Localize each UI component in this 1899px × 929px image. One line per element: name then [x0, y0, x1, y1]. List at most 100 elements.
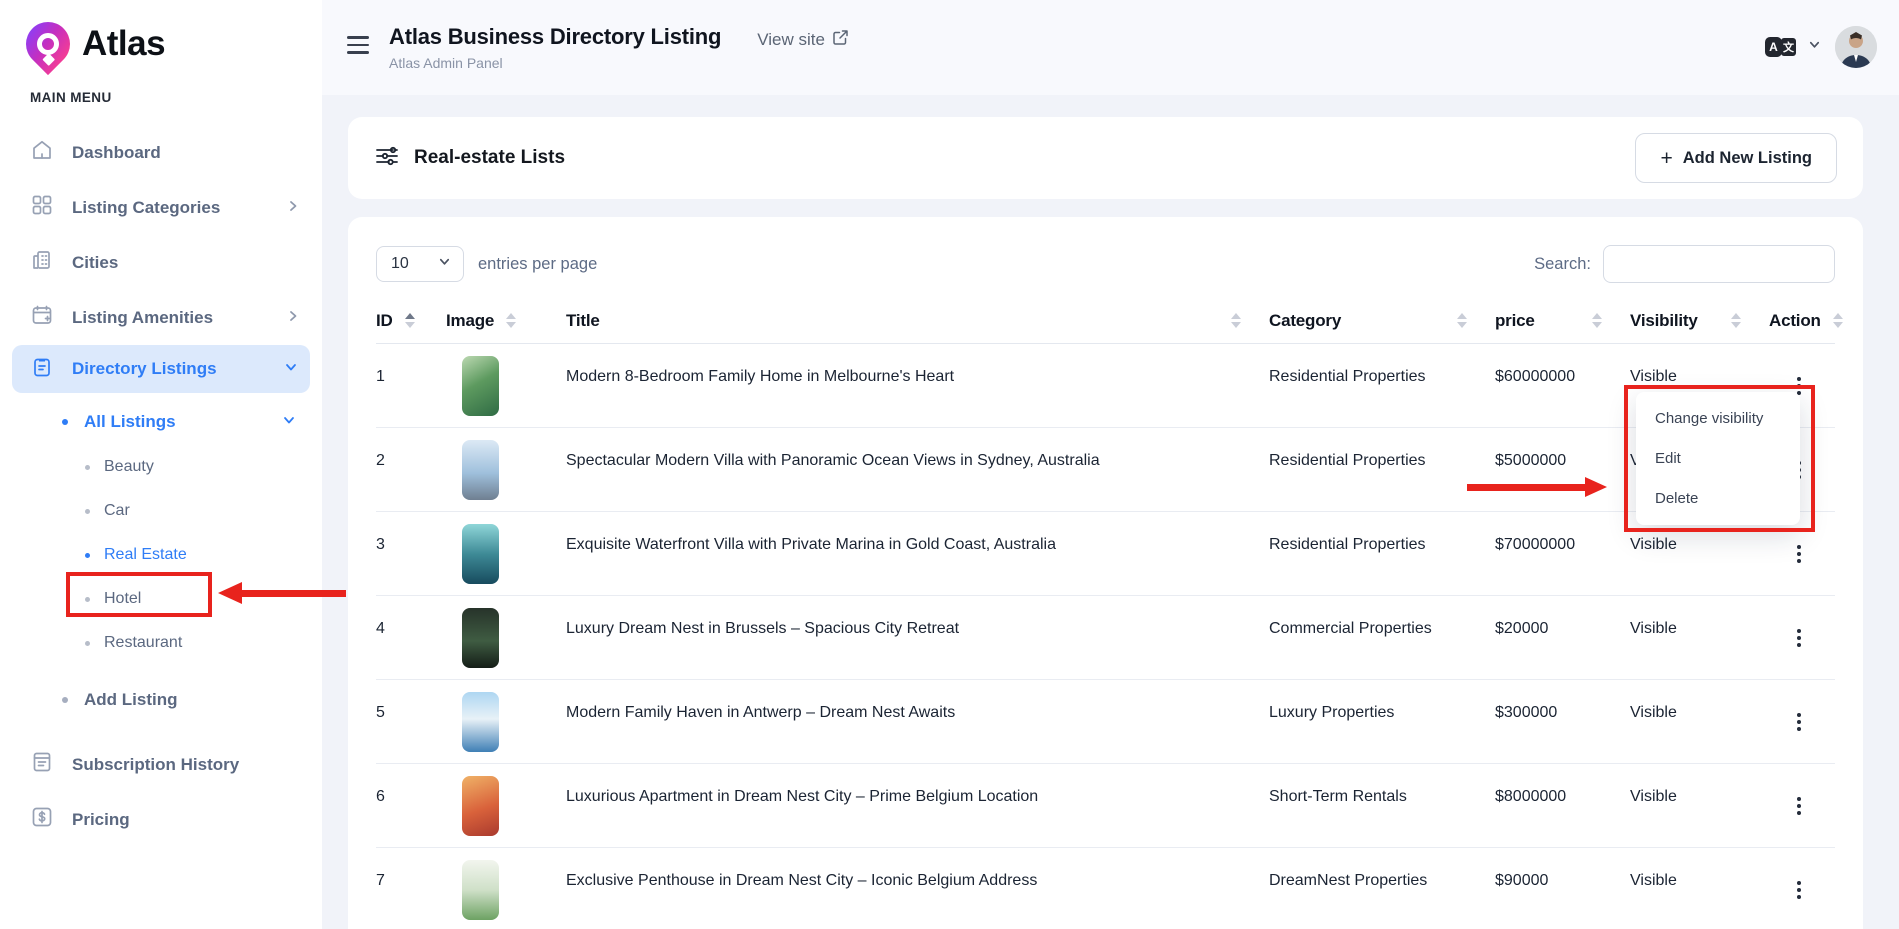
annotation-arrow-real-estate	[218, 582, 346, 604]
brand-logo[interactable]: Atlas	[0, 0, 322, 80]
cell-action	[1769, 763, 1835, 847]
cell-image	[446, 343, 566, 427]
cell-price: $8000000	[1495, 763, 1630, 847]
sidebar-item-all-listings[interactable]: All Listings	[0, 399, 322, 445]
hamburger-menu-button[interactable]	[345, 28, 371, 62]
brand-name: Atlas	[82, 24, 165, 64]
sort-icon	[1457, 313, 1467, 328]
language-selector[interactable]: A 文	[1765, 36, 1821, 58]
bullet-icon	[85, 509, 90, 514]
sort-icon	[1592, 313, 1602, 328]
row-actions-button[interactable]	[1789, 709, 1809, 735]
add-new-listing-label: Add New Listing	[1683, 149, 1812, 168]
sidebar-item-label: Cities	[72, 253, 118, 273]
external-link-icon	[832, 29, 849, 51]
page-title-block: Atlas Business Directory Listing Atlas A…	[389, 24, 721, 71]
sidebar-subitem-label: Restaurant	[104, 634, 182, 652]
sort-icon	[1833, 313, 1843, 328]
sidebar-subitem-label: Car	[104, 502, 130, 520]
cell-image	[446, 763, 566, 847]
row-actions-button[interactable]	[1789, 877, 1809, 903]
list-header-panel: Real-estate Lists + Add New Listing	[348, 117, 1863, 199]
column-header-title[interactable]: Title	[566, 299, 1269, 343]
cell-title: Modern 8-Bedroom Family Home in Melbourn…	[566, 343, 1269, 427]
cell-category: DreamNest Properties	[1269, 847, 1495, 929]
row-actions-button[interactable]	[1789, 541, 1809, 567]
sidebar-item-add-listing[interactable]: Add Listing	[0, 677, 322, 723]
row-actions-button[interactable]	[1789, 625, 1809, 651]
cell-category: Commercial Properties	[1269, 595, 1495, 679]
sidebar-item-listing-categories[interactable]: Listing Categories	[0, 180, 322, 235]
column-header-price[interactable]: price	[1495, 299, 1630, 343]
listing-thumbnail	[462, 440, 499, 500]
column-header-image[interactable]: Image	[446, 299, 566, 343]
cell-category: Luxury Properties	[1269, 679, 1495, 763]
cell-title: Exclusive Penthouse in Dream Nest City –…	[566, 847, 1269, 929]
sidebar-item-dashboard[interactable]: Dashboard	[0, 125, 322, 180]
page-subtitle: Atlas Admin Panel	[389, 55, 721, 71]
sidebar-item-cities[interactable]: Cities	[0, 235, 322, 290]
row-actions-button[interactable]	[1789, 793, 1809, 819]
atlas-pin-icon	[17, 13, 79, 75]
sidebar-section-label: MAIN MENU	[0, 80, 322, 105]
sliders-icon	[374, 143, 400, 174]
annotation-box-real-estate	[66, 572, 212, 617]
cell-image	[446, 847, 566, 929]
column-header-visibility[interactable]: Visibility	[1630, 299, 1769, 343]
sidebar: Atlas MAIN MENU Dashboard Listing Catego…	[0, 0, 322, 929]
sidebar-subitem[interactable]: Car	[0, 489, 322, 533]
sidebar-submenu: All Listings Beauty Car	[0, 399, 322, 723]
sidebar-footer: Subscription History Pricing	[0, 737, 322, 847]
page-title: Atlas Business Directory Listing	[389, 24, 721, 50]
table-row: 2 Spectacular Modern Villa with Panorami…	[376, 427, 1835, 511]
cell-visibility: Visible	[1630, 763, 1769, 847]
search-input[interactable]	[1603, 245, 1835, 283]
view-site-link[interactable]: View site	[757, 29, 849, 51]
sidebar-item-label: Subscription History	[72, 755, 239, 775]
user-avatar[interactable]	[1835, 26, 1877, 68]
sidebar-item-label: All Listings	[84, 412, 176, 432]
topbar: Atlas Business Directory Listing Atlas A…	[322, 0, 1899, 95]
view-site-label: View site	[757, 30, 825, 50]
cell-title: Spectacular Modern Villa with Panoramic …	[566, 427, 1269, 511]
cell-category: Residential Properties	[1269, 343, 1495, 427]
grid-icon	[30, 193, 54, 222]
chevron-right-icon	[286, 198, 300, 218]
sidebar-item-label: Add Listing	[84, 690, 177, 710]
sidebar-item-subscription-history[interactable]: Subscription History	[0, 737, 322, 792]
entries-per-page-value: 10	[391, 255, 409, 273]
sidebar-item-label: Listing Amenities	[72, 308, 213, 328]
chevron-right-icon	[286, 308, 300, 328]
cell-title: Luxurious Apartment in Dream Nest City –…	[566, 763, 1269, 847]
cell-visibility: Visible	[1630, 679, 1769, 763]
sidebar-subitem[interactable]: Real Estate	[0, 533, 322, 577]
bullet-icon	[62, 697, 68, 703]
column-header-action[interactable]: Action	[1769, 299, 1835, 343]
sidebar-item-pricing[interactable]: Pricing	[0, 792, 322, 847]
cell-title: Exquisite Waterfront Villa with Private …	[566, 511, 1269, 595]
sidebar-subitem[interactable]: Beauty	[0, 445, 322, 489]
sidebar-item-directory-listings[interactable]: Directory Listings	[12, 345, 310, 393]
search-label: Search:	[1534, 255, 1591, 274]
cell-visibility: Visible	[1630, 595, 1769, 679]
table-row: 4 Luxury Dream Nest in Brussels – Spacio…	[376, 595, 1835, 679]
listings-table-panel: 10 entries per page Search:	[348, 217, 1863, 929]
add-new-listing-button[interactable]: + Add New Listing	[1635, 133, 1837, 183]
sidebar-item-listing-amenities[interactable]: Listing Amenities	[0, 290, 322, 345]
column-header-id[interactable]: ID	[376, 299, 446, 343]
cell-id: 2	[376, 427, 446, 511]
column-header-category[interactable]: Category	[1269, 299, 1495, 343]
building-icon	[30, 248, 54, 277]
chevron-down-icon	[282, 412, 296, 432]
sidebar-item-label: Pricing	[72, 810, 130, 830]
table-row: 6 Luxurious Apartment in Dream Nest City…	[376, 763, 1835, 847]
cell-price: $300000	[1495, 679, 1630, 763]
cell-category: Residential Properties	[1269, 511, 1495, 595]
cell-action	[1769, 847, 1835, 929]
sidebar-subitem-label: Beauty	[104, 458, 154, 476]
table-row: 1 Modern 8-Bedroom Family Home in Melbou…	[376, 343, 1835, 427]
cell-title: Modern Family Haven in Antwerp – Dream N…	[566, 679, 1269, 763]
cell-price: $90000	[1495, 847, 1630, 929]
entries-per-page-select[interactable]: 10	[376, 246, 464, 282]
sidebar-subitem[interactable]: Restaurant	[0, 621, 322, 665]
